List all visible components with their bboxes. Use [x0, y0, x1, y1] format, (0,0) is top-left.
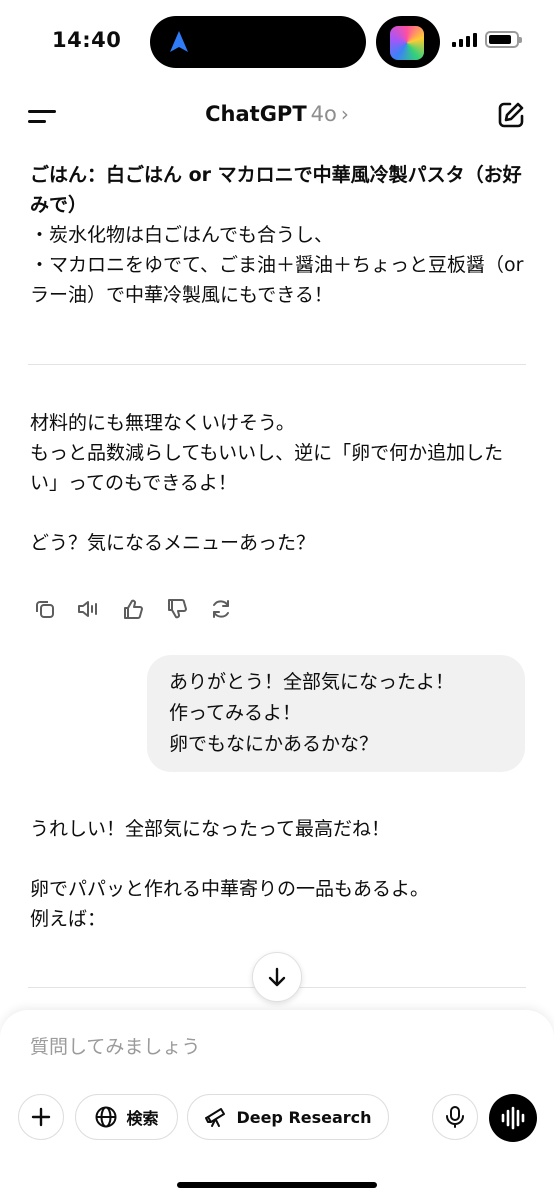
user-line: 卵でもなにかあるかな？ — [169, 733, 379, 755]
assistant-line: ・マカロニをゆでて、ごま油＋醤油＋ちょっと豆板醤（orラー油）で中華冷製風にもで… — [30, 254, 524, 306]
assistant-line: ・炭水化物は白ごはんでも合うし、 — [30, 224, 334, 246]
assistant-line: どう？気になるメニューあった？ — [30, 532, 316, 554]
voice-mode-button[interactable] — [489, 1094, 537, 1142]
assistant-message-previous: ごはん：白ごはん or マカロニで中華風冷製パスタ（お好みで） ・炭水化物は白ご… — [30, 160, 530, 310]
chevron-right-icon: › — [340, 102, 349, 126]
search-button[interactable]: 検索 — [75, 1094, 178, 1140]
status-time: 14:40 — [52, 28, 122, 52]
copy-icon[interactable] — [30, 594, 60, 624]
assistant-line: もっと品数減らしてもいいし、逆に「卵で何か追加したい」ってのもできるよ！ — [30, 442, 504, 494]
composer: 検索 Deep Research — [0, 1010, 554, 1200]
assistant-line: 卵でパパッと作れる中華寄りの一品もあるよ。 — [30, 878, 430, 900]
deep-research-label: Deep Research — [236, 1107, 372, 1127]
chat-thread: ごはん：白ごはん or マカロニで中華風冷製パスタ（お好みで） ・炭水化物は白ご… — [0, 142, 554, 1012]
message-actions — [30, 594, 236, 624]
battery-icon — [485, 31, 522, 48]
assistant-line: 材料的にも無理なくいけそう。 — [30, 412, 295, 434]
home-indicator — [177, 1182, 377, 1188]
model-selector[interactable]: ChatGPT 4o › — [0, 102, 554, 126]
dictation-button[interactable] — [432, 1094, 478, 1140]
prompt-input[interactable] — [30, 1036, 510, 1058]
dynamic-island-app — [376, 16, 440, 68]
chat-header: ChatGPT 4o › — [0, 90, 554, 142]
telescope-icon — [205, 1108, 226, 1127]
search-label: 検索 — [126, 1109, 159, 1128]
assistant-message-summary: 材料的にも無理なくいけそう。 もっと品数減らしてもいいし、逆に「卵で何か追加した… — [30, 408, 530, 558]
model-name: 4o — [310, 102, 337, 126]
new-chat-icon[interactable] — [496, 100, 526, 130]
attach-button[interactable] — [18, 1094, 64, 1140]
user-line: 作ってみるよ！ — [169, 702, 302, 724]
thumbs-down-icon[interactable] — [162, 594, 192, 624]
assistant-heading: ごはん：白ごはん or マカロニで中華風冷製パスタ（お好みで） — [30, 164, 522, 216]
composer-toolbar: 検索 Deep Research — [0, 1094, 554, 1142]
assistant-line: うれしい！全部気になったって最高だね！ — [30, 818, 391, 840]
plus-icon — [31, 1107, 51, 1127]
dynamic-island — [150, 16, 366, 68]
voice-mode-icon — [501, 1106, 525, 1130]
arrow-down-icon — [268, 967, 286, 987]
app-title: ChatGPT — [205, 102, 307, 126]
app-activity-icon — [390, 26, 424, 60]
status-bar: 14:40 — [0, 0, 554, 86]
navigation-arrow-icon — [170, 31, 188, 52]
section-divider — [28, 364, 526, 365]
thumbs-up-icon[interactable] — [118, 594, 148, 624]
deep-research-button[interactable]: Deep Research — [187, 1094, 389, 1140]
assistant-message-reply: うれしい！全部気になったって最高だね！ 卵でパパッと作れる中華寄りの一品もあるよ… — [30, 814, 530, 934]
cellular-signal-icon — [452, 33, 477, 47]
user-message-bubble: ありがとう！全部気になったよ！ 作ってみるよ！ 卵でもなにかあるかな？ — [147, 655, 525, 772]
scroll-down-button[interactable] — [252, 952, 302, 1002]
microphone-icon — [446, 1106, 464, 1128]
user-line: ありがとう！全部気になったよ！ — [169, 671, 455, 693]
read-aloud-icon[interactable] — [74, 594, 104, 624]
regenerate-icon[interactable] — [206, 594, 236, 624]
assistant-line: 例えば： — [30, 908, 107, 930]
globe-icon — [95, 1106, 117, 1128]
